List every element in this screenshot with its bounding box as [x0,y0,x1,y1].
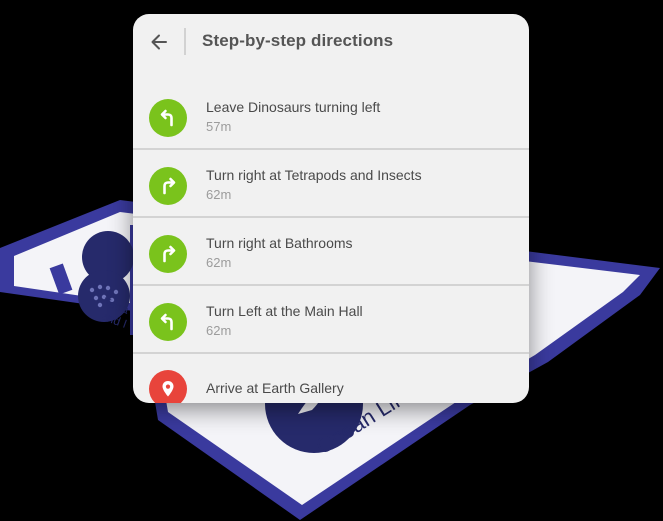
step-text: Turn right at Bathrooms 62m [206,235,353,271]
panel-title: Step-by-step directions [202,31,394,50]
steps-list: Leave Dinosaurs turning left 57m Turn ri… [133,82,529,403]
step-item[interactable]: Leave Dinosaurs turning left 57m [133,82,529,150]
step-title: Leave Dinosaurs turning left [206,99,381,115]
step-distance: 62m [206,187,232,202]
turn-right-icon [149,167,187,205]
step-text: Turn right at Tetrapods and Insects 62m [206,167,422,203]
panel-header: Step-by-step directions [133,14,529,80]
step-distance: 62m [206,255,232,270]
step-text: Leave Dinosaurs turning left 57m [206,99,380,135]
location-pin-icon [149,370,187,403]
step-distance: 57m [206,119,232,134]
arrow-left-icon [151,34,167,50]
directions-panel: Step-by-step directions Leave Dinosaurs … [133,14,529,403]
step-distance: 62m [206,323,232,338]
step-title: Arrive at Earth Gallery [206,380,344,396]
step-text: Turn Left at the Main Hall 62m [206,303,363,339]
step-item[interactable]: Turn Left at the Main Hall 62m [133,286,529,354]
header-divider [184,28,186,55]
step-item-arrive[interactable]: Arrive at Earth Gallery [133,354,529,403]
turn-right-icon [149,235,187,273]
step-title: Turn right at Tetrapods and Insects [206,167,422,183]
step-item[interactable]: Turn right at Bathrooms 62m [133,218,529,286]
back-button[interactable] [145,28,173,56]
step-title: Turn Left at the Main Hall [206,303,363,319]
step-text: Arrive at Earth Gallery [206,380,344,397]
turn-left-icon [149,303,187,341]
step-item[interactable]: Turn right at Tetrapods and Insects 62m [133,150,529,218]
step-title: Turn right at Bathrooms [206,235,353,251]
turn-left-icon [149,99,187,137]
